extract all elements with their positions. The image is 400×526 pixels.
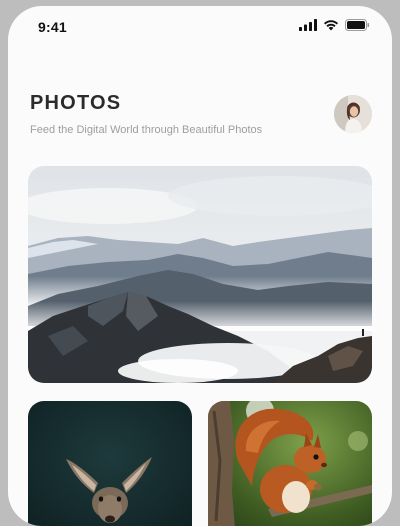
photo-card-squirrel[interactable]	[208, 401, 372, 526]
page-subtitle: Feed the Digital World through Beautiful…	[30, 124, 263, 136]
deer-photo	[28, 401, 192, 526]
wifi-icon	[323, 19, 339, 31]
photo-card-mountains[interactable]	[28, 166, 372, 383]
photo-card-deer[interactable]	[28, 401, 192, 526]
status-icons	[299, 18, 370, 32]
battery-icon	[345, 19, 370, 31]
squirrel-photo	[208, 401, 372, 526]
mountain-photo	[28, 166, 372, 383]
status-time: 9:41	[38, 19, 67, 35]
profile-avatar[interactable]	[334, 95, 372, 133]
user-avatar-icon	[334, 95, 372, 133]
status-bar: 9:41	[8, 6, 392, 46]
page-title: PHOTOS	[30, 92, 122, 114]
phone-screen: 9:41 PHOTOS Feed the Digital World throu…	[8, 6, 392, 526]
cellular-signal-icon	[299, 19, 317, 31]
